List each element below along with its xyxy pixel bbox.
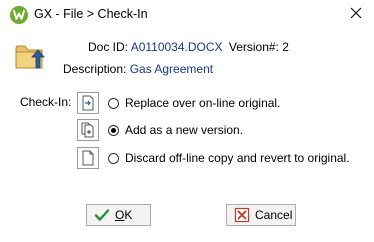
option-replace[interactable]: Replace over on-line original. [108, 95, 280, 111]
title-bar: GX - File > Check-In [0, 0, 374, 30]
cancel-x-icon [234, 207, 250, 223]
checkmark-icon [94, 207, 110, 223]
app-logo-icon [10, 6, 28, 24]
new-version-icon[interactable] [77, 119, 99, 141]
option-discard[interactable]: Discard off-line copy and revert to orig… [108, 150, 350, 166]
ok-button[interactable]: OK [86, 204, 151, 226]
version-value: 2 [282, 40, 289, 54]
check-in-dialog: GX - File > Check-In Doc ID: A0110034.DO… [0, 0, 374, 242]
version-label: Version#: [228, 40, 279, 54]
doc-id-label: Doc ID: [88, 40, 129, 54]
description-value: Gas Agreement [129, 62, 214, 76]
description-row: Description: Gas Agreement [63, 62, 213, 76]
close-button[interactable] [342, 2, 370, 26]
doc-id-row: Doc ID: A0110034.DOCX Version#: 2 [88, 40, 289, 54]
check-in-label: Check-In: [20, 95, 72, 109]
option-new-version-label: Add as a new version. [125, 123, 244, 137]
replace-document-icon[interactable] [77, 92, 99, 114]
window-title: GX - File > Check-In [34, 7, 148, 21]
cancel-button-label: Cancel [255, 208, 293, 222]
folder-check-in-icon [14, 40, 48, 72]
ok-button-label: OK [115, 208, 133, 222]
radio-replace[interactable] [108, 97, 119, 109]
radio-discard[interactable] [108, 152, 119, 164]
option-new-version[interactable]: Add as a new version. [108, 122, 243, 138]
option-replace-label: Replace over on-line original. [125, 96, 281, 110]
blank-document-icon[interactable] [77, 147, 99, 169]
close-icon [350, 7, 362, 19]
radio-new-version[interactable] [108, 124, 119, 136]
option-discard-label: Discard off-line copy and revert to orig… [125, 151, 350, 165]
cancel-button[interactable]: Cancel [226, 204, 296, 226]
doc-id-value: A0110034.DOCX [130, 40, 223, 54]
description-label: Description: [63, 62, 127, 76]
